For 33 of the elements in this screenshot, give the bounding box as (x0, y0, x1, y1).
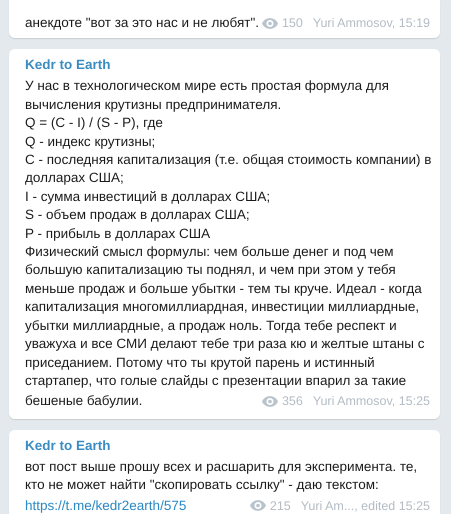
message-text: S - объем продаж в долларах США; (25, 207, 250, 222)
message-text: капитализация многомиллиардная, инвестиции миллиардные, (25, 299, 420, 314)
view-count: 150 (282, 15, 303, 32)
message-text: вычисления крутизны предпринимателя. (25, 96, 282, 112)
sender-name[interactable]: Kedr to Earth (25, 438, 111, 453)
message-text: вот пост выше прошу всех и расшарить для эксперимента. те, (25, 458, 418, 474)
message-text: долларах США; (25, 170, 124, 186)
message-text: P - прибыль в долларах США (25, 226, 210, 241)
message-text: убытки миллиардные, а продаж ноль. Тогда тебе респект и (25, 318, 397, 333)
message-text: большую капитализацию ты поднял, и чем при этом у тебя (25, 262, 396, 278)
message-text: кто не может найти "скопировать ссылку" - даю текстом: (25, 477, 379, 492)
message-text: бешеные бабулии. (25, 392, 142, 410)
message-text: Q = (C - I) / (S - P), где (25, 115, 163, 130)
eye-icon (250, 500, 266, 512)
message-text: уважуха и все СМИ делают тебе три раза кю и желтые штаны с (25, 336, 425, 352)
sender-name[interactable]: Kedr to Earth (25, 57, 111, 72)
message-text: приседанием. Потому что ты крутой парень и истинный (25, 354, 375, 370)
message-signature: Yuri Am..., edited 15:25 (300, 498, 430, 514)
message-signature: Yuri Ammosov, 15:25 (312, 393, 430, 410)
view-count: 215 (270, 498, 291, 514)
message-link[interactable]: https://t.me/kedr2earth/575 (25, 496, 186, 514)
message-text: Физический смысл формулы: чем больше денег и под чем (25, 244, 394, 260)
message-text: У нас в технологическом мире есть простая формула для (25, 78, 389, 94)
message-text: I - сумма инвестиций в долларах США; (25, 188, 270, 204)
eye-icon (262, 18, 278, 29)
message-text: C - последняя капитализация (т.е. общая стоимость компании) в (25, 152, 432, 168)
message-signature: Yuri Ammosov, 15:19 (312, 15, 430, 32)
eye-icon (262, 396, 278, 408)
message-text: меньше продаж и больше убытки - тем ты круче. Идеал - когда (25, 280, 422, 296)
message-text: Q - индекс крутизны; (25, 134, 156, 149)
message-text: анекдоте "вот за это нас и не любят". (25, 14, 259, 32)
message-text: стартапер, что голые слайды с презентации впарил за такие (25, 372, 406, 388)
view-count: 356 (282, 393, 303, 410)
